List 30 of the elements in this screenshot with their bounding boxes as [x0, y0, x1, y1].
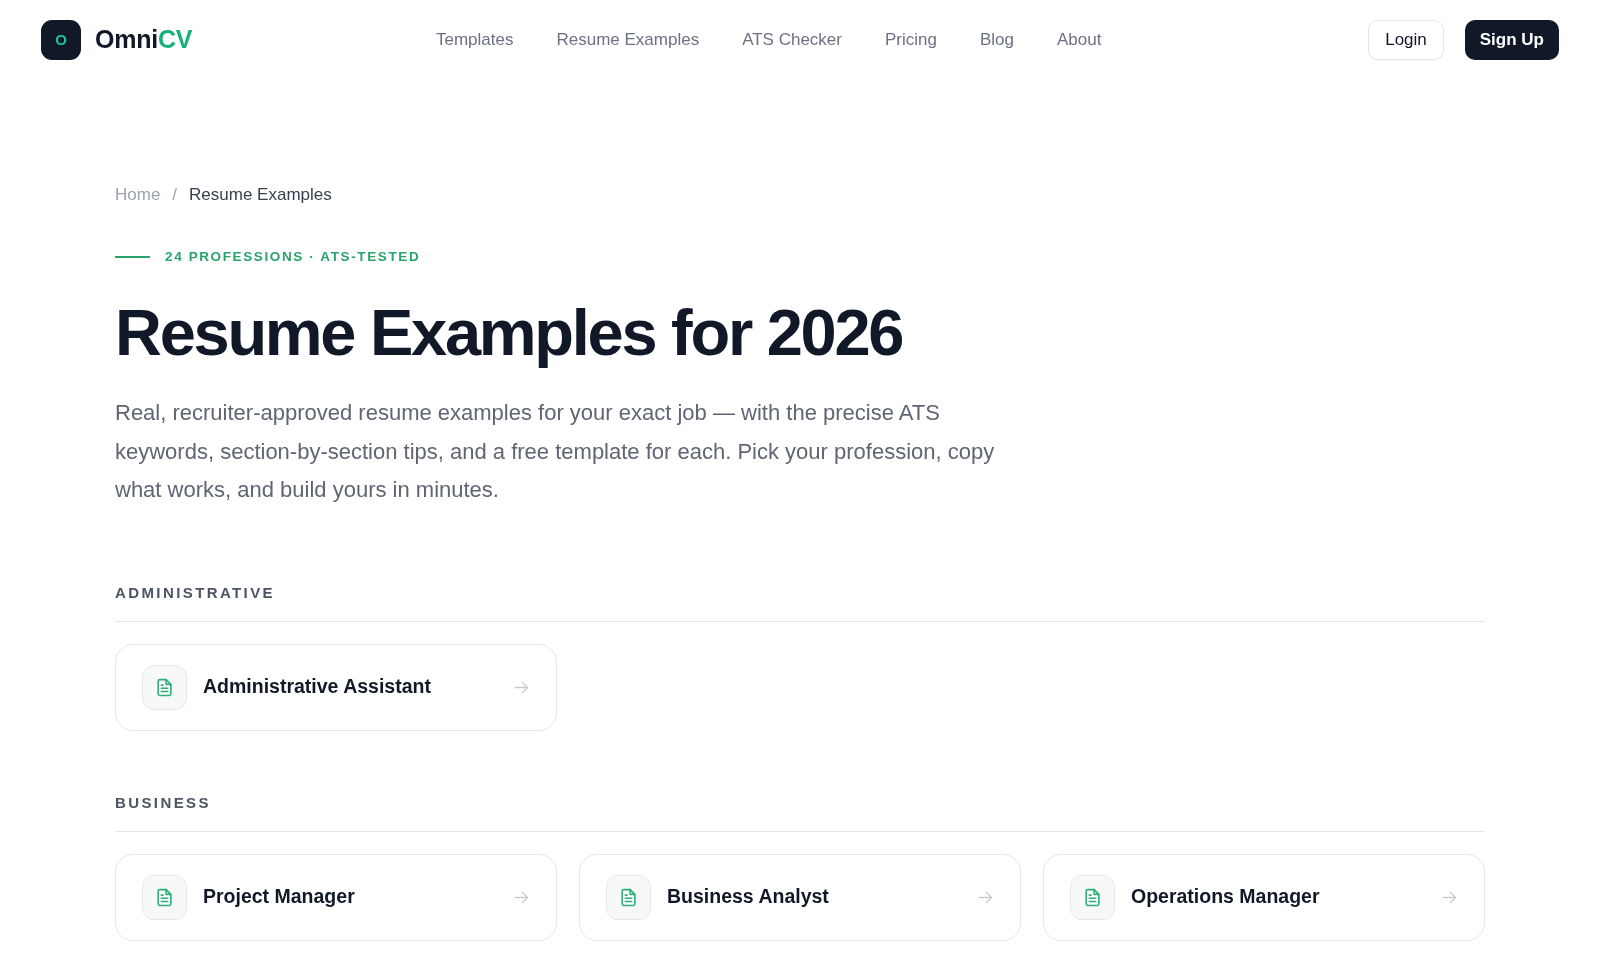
arrow-right-icon — [514, 679, 529, 695]
document-icon — [1070, 874, 1115, 920]
document-icon — [142, 664, 187, 710]
profession-card[interactable]: Operations Manager — [1043, 853, 1485, 941]
eyebrow-line — [115, 256, 150, 258]
nav-link[interactable]: Blog — [979, 27, 1014, 53]
sign-up-button[interactable]: Sign Up — [1464, 20, 1559, 60]
profession-card[interactable]: Administrative Assistant — [115, 643, 557, 731]
section-heading: ADMINISTRATIVE — [115, 582, 275, 603]
nav-link[interactable]: Pricing — [885, 27, 937, 53]
nav-link[interactable]: ATS Checker — [742, 27, 842, 53]
document-icon — [142, 874, 187, 920]
arrow-right-icon — [514, 889, 529, 905]
section-heading: BUSINESS — [115, 792, 211, 813]
logo-mark[interactable]: O — [41, 20, 81, 60]
breadcrumb-separator: / — [172, 184, 178, 206]
arrow-right-icon — [978, 889, 993, 905]
brand-name[interactable]: OmniCV — [95, 21, 193, 59]
breadcrumb-current: Resume Examples — [189, 184, 332, 206]
arrow-right-icon — [1442, 889, 1457, 905]
page-title: Resume Examples for 2026 — [115, 300, 903, 366]
nav-link[interactable]: Templates — [436, 27, 514, 53]
nav-link[interactable]: About — [1057, 27, 1102, 53]
nav-link[interactable]: Resume Examples — [556, 27, 700, 53]
eyebrow-text: 24 PROFESSIONS · ATS-TESTED — [165, 247, 421, 266]
document-icon — [606, 874, 651, 920]
profession-card[interactable]: Business Analyst — [579, 853, 1021, 941]
login-button[interactable]: Login — [1368, 20, 1444, 60]
page-description: Real, recruiter-approved resume examples for your exact job — with the precise ATS keywords, section-by-section tips, and a free template for each. Pick your profession, copy what works, and build yours in minutes. — [115, 399, 996, 504]
profession-card[interactable]: Project Manager — [115, 853, 557, 941]
